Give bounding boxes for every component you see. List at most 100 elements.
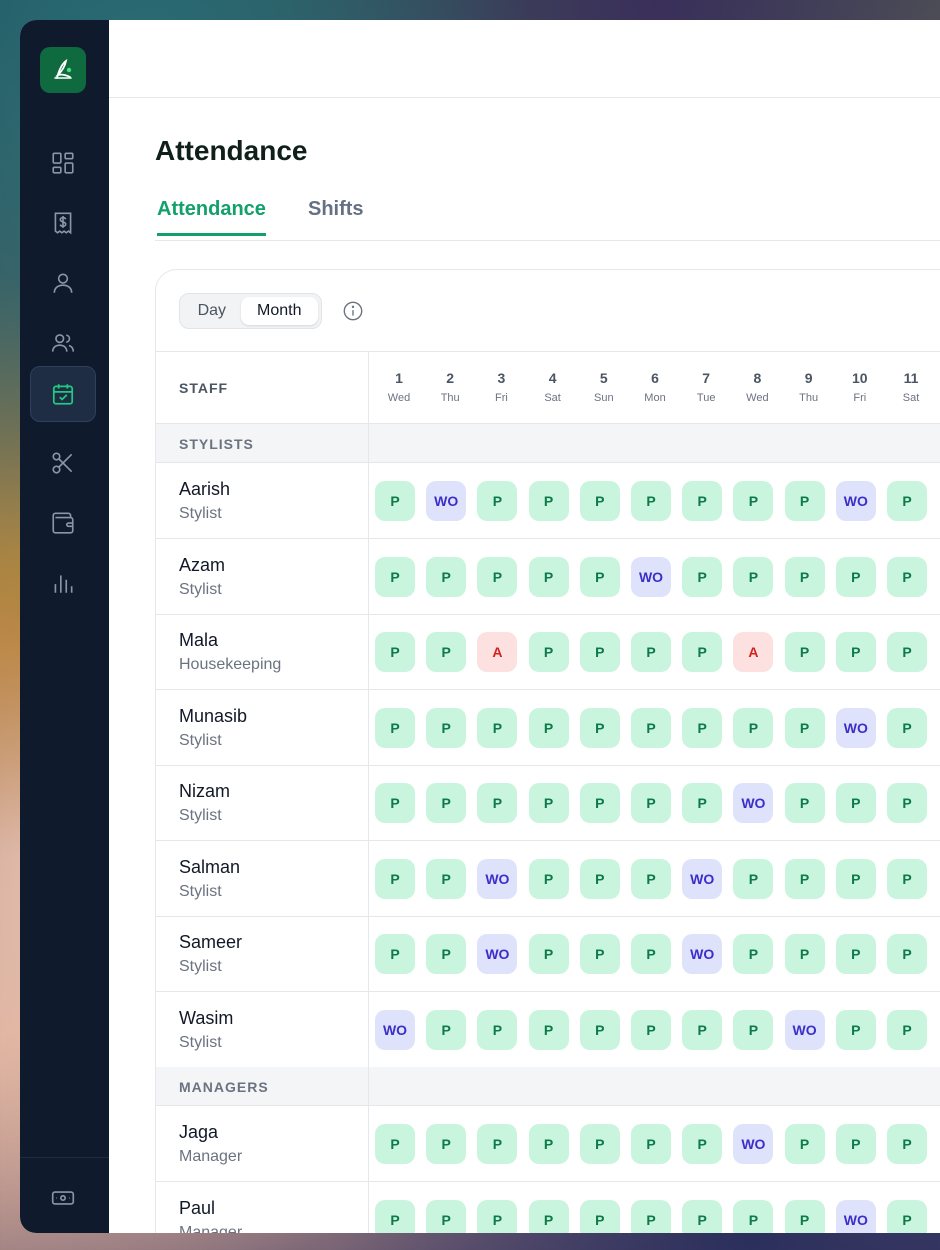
attendance-cell[interactable]: P	[528, 934, 569, 974]
attendance-cell[interactable]: P	[835, 783, 876, 823]
attendance-cell[interactable]: P	[579, 858, 620, 899]
attendance-cell[interactable]: P	[477, 556, 518, 597]
attendance-cell[interactable]: P	[784, 481, 825, 521]
attendance-cell[interactable]: P	[682, 481, 723, 521]
attendance-cell[interactable]: P	[579, 481, 620, 521]
tab-attendance[interactable]: Attendance	[157, 198, 266, 236]
attendance-cell[interactable]: P	[887, 858, 927, 899]
attendance-cell[interactable]: P	[631, 707, 671, 748]
attendance-cell[interactable]: P	[682, 556, 723, 597]
attendance-cell[interactable]: WO	[733, 783, 774, 823]
attendance-cell[interactable]: P	[631, 632, 671, 672]
nav-attendance[interactable]	[30, 366, 96, 422]
attendance-cell[interactable]: WO	[375, 1009, 415, 1050]
app-logo[interactable]	[40, 47, 86, 93]
attendance-cell[interactable]: P	[426, 934, 467, 974]
attendance-cell[interactable]: P	[528, 1199, 569, 1233]
attendance-cell[interactable]: P	[426, 632, 467, 672]
attendance-cell[interactable]: P	[579, 632, 620, 672]
attendance-cell[interactable]: P	[579, 783, 620, 823]
attendance-cell[interactable]: P	[784, 632, 825, 672]
attendance-cell[interactable]: P	[784, 934, 825, 974]
attendance-cell[interactable]: P	[733, 934, 774, 974]
staff-row[interactable]: Jaga Manager P P P P P P P WO P P P	[156, 1106, 940, 1182]
nav-cash-register[interactable]	[30, 1170, 96, 1226]
attendance-cell[interactable]: P	[528, 1124, 569, 1164]
attendance-cell[interactable]: P	[477, 1124, 518, 1164]
attendance-cell[interactable]: P	[528, 632, 569, 672]
attendance-cell[interactable]: P	[682, 1199, 723, 1233]
attendance-cell[interactable]: WO	[477, 934, 518, 974]
attendance-cell[interactable]: P	[784, 1199, 825, 1233]
attendance-cell[interactable]: P	[579, 556, 620, 597]
attendance-cell[interactable]: P	[733, 707, 774, 748]
attendance-cell[interactable]: P	[477, 707, 518, 748]
attendance-cell[interactable]: P	[426, 858, 467, 899]
nav-wallet[interactable]	[30, 495, 96, 551]
attendance-cell[interactable]: P	[528, 1009, 569, 1050]
attendance-cell[interactable]: P	[375, 783, 415, 823]
staff-row[interactable]: Aarish Stylist P WO P P P P P P P WO P	[156, 463, 940, 539]
staff-row[interactable]: Munasib Stylist P P P P P P P P P WO P	[156, 690, 940, 766]
attendance-cell[interactable]: WO	[835, 707, 876, 748]
toggle-day[interactable]: Day	[183, 297, 241, 325]
info-icon[interactable]	[342, 300, 364, 322]
attendance-cell[interactable]: P	[528, 783, 569, 823]
attendance-cell[interactable]: P	[426, 1009, 467, 1050]
staff-row[interactable]: Mala Housekeeping P P A P P P P A P P P	[156, 614, 940, 690]
attendance-cell[interactable]: P	[375, 556, 415, 597]
attendance-cell[interactable]: P	[375, 858, 415, 899]
tab-shifts[interactable]: Shifts	[308, 198, 364, 233]
attendance-cell[interactable]: P	[835, 556, 876, 597]
attendance-cell[interactable]: P	[835, 1124, 876, 1164]
attendance-cell[interactable]: P	[682, 707, 723, 748]
attendance-cell[interactable]: P	[682, 632, 723, 672]
attendance-cell[interactable]: WO	[682, 858, 723, 899]
attendance-cell[interactable]: P	[784, 858, 825, 899]
nav-reports[interactable]	[30, 555, 96, 611]
nav-dashboard[interactable]	[30, 135, 96, 191]
attendance-cell[interactable]: P	[835, 632, 876, 672]
attendance-cell[interactable]: P	[426, 556, 467, 597]
staff-row[interactable]: Salman Stylist P P WO P P P WO P P P P	[156, 841, 940, 917]
attendance-cell[interactable]: P	[631, 1009, 671, 1050]
nav-services[interactable]	[30, 435, 96, 491]
nav-client[interactable]	[30, 255, 96, 311]
attendance-cell[interactable]: P	[784, 556, 825, 597]
staff-row[interactable]: Azam Stylist P P P P P WO P P P P P	[156, 539, 940, 615]
attendance-cell[interactable]: P	[887, 783, 927, 823]
attendance-cell[interactable]: WO	[631, 556, 671, 597]
attendance-cell[interactable]: P	[528, 707, 569, 748]
attendance-cell[interactable]: P	[784, 783, 825, 823]
attendance-cell[interactable]: P	[887, 556, 927, 597]
attendance-cell[interactable]: WO	[835, 1199, 876, 1233]
attendance-cell[interactable]: WO	[477, 858, 518, 899]
attendance-cell[interactable]: P	[477, 1009, 518, 1050]
attendance-cell[interactable]: P	[835, 1009, 876, 1050]
attendance-cell[interactable]: P	[579, 934, 620, 974]
attendance-cell[interactable]: P	[375, 934, 415, 974]
attendance-cell[interactable]: P	[528, 556, 569, 597]
attendance-cell[interactable]: P	[477, 783, 518, 823]
attendance-cell[interactable]: P	[784, 707, 825, 748]
attendance-cell[interactable]: P	[733, 858, 774, 899]
attendance-cell[interactable]: P	[887, 1199, 927, 1233]
attendance-cell[interactable]: P	[631, 858, 671, 899]
attendance-cell[interactable]: WO	[784, 1009, 825, 1050]
attendance-cell[interactable]: P	[733, 556, 774, 597]
attendance-cell[interactable]: P	[682, 1124, 723, 1164]
attendance-cell[interactable]: P	[835, 934, 876, 974]
toggle-month[interactable]: Month	[240, 297, 318, 325]
attendance-cell[interactable]: WO	[733, 1124, 774, 1164]
nav-billing[interactable]	[30, 195, 96, 251]
attendance-cell[interactable]: P	[375, 707, 415, 748]
attendance-cell[interactable]: P	[887, 934, 927, 974]
attendance-cell[interactable]: P	[631, 481, 671, 521]
attendance-cell[interactable]: P	[784, 1124, 825, 1164]
attendance-cell[interactable]: P	[887, 707, 927, 748]
staff-row[interactable]: Wasim Stylist WO P P P P P P P WO P P	[156, 992, 940, 1068]
attendance-cell[interactable]: P	[631, 934, 671, 974]
attendance-cell[interactable]: P	[426, 707, 467, 748]
attendance-cell[interactable]: P	[426, 1199, 467, 1233]
attendance-cell[interactable]: P	[631, 783, 671, 823]
